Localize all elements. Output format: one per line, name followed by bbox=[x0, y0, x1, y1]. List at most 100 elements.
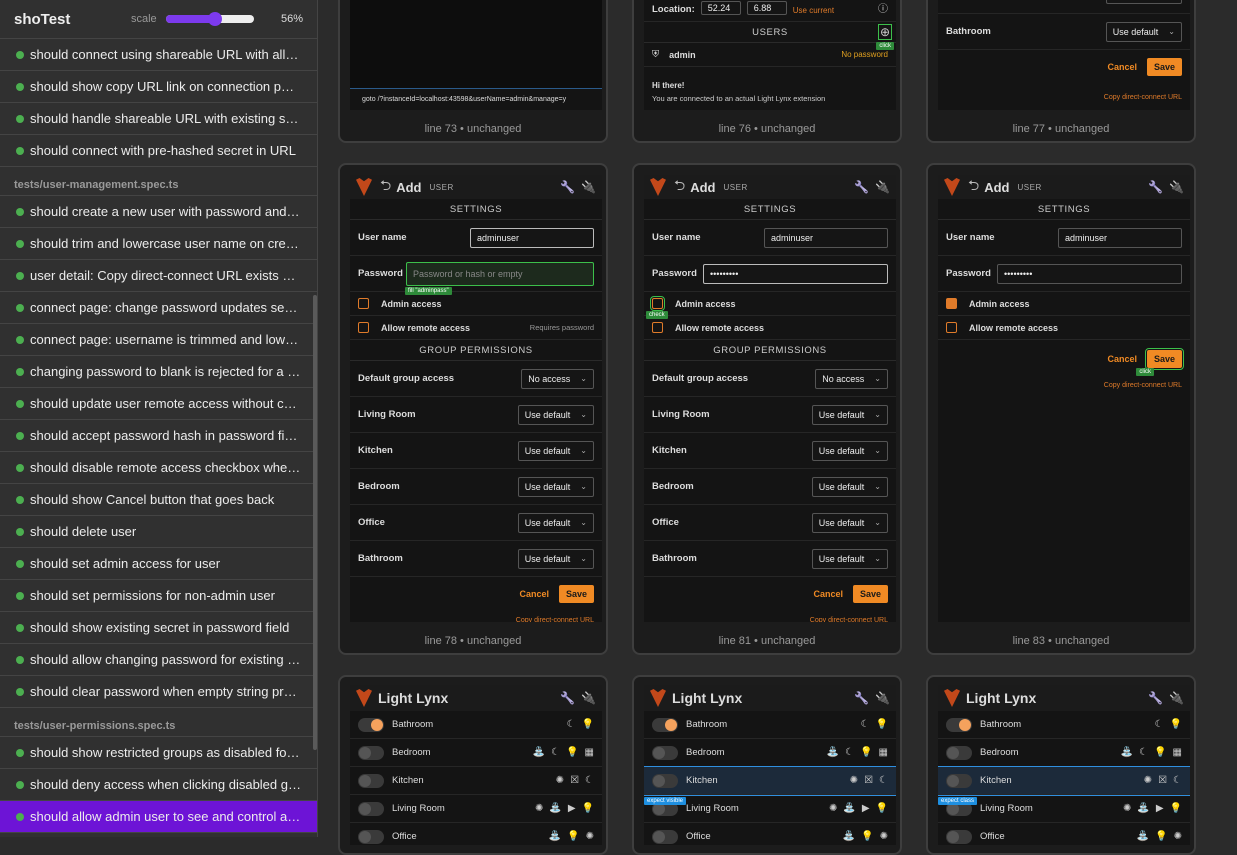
test-item[interactable]: should deny access when clicking disable… bbox=[0, 769, 317, 801]
scale-slider-thumb[interactable] bbox=[207, 12, 222, 26]
room-row[interactable]: Office ⛲ 💡 ✺ bbox=[644, 823, 896, 845]
username-input[interactable]: adminuser bbox=[764, 227, 888, 248]
wrench-icon[interactable]: 🔧 bbox=[1148, 180, 1163, 194]
room-row[interactable]: Kitchen ✺ ☒ ☾ bbox=[938, 766, 1190, 796]
scene-icon[interactable]: ☾ bbox=[879, 775, 888, 786]
screenshot-card[interactable]: Light Lynx 🔧 🔌 Bathroom ☾ 💡 Bedroom ⛲ ☾ 💡 ▦ Kitchen… bbox=[632, 675, 902, 855]
copy-url-link[interactable]: Copy direct-connect URL bbox=[644, 611, 896, 622]
plug-icon[interactable]: 🔌 bbox=[581, 180, 596, 194]
scene-icon[interactable]: ☾ bbox=[567, 719, 576, 730]
room-toggle[interactable] bbox=[358, 773, 384, 788]
user-row[interactable]: ⛨ admin No password bbox=[644, 43, 896, 67]
scene-icon[interactable]: 💡 bbox=[582, 719, 594, 730]
group-access-select[interactable]: Use default ⌄ bbox=[1105, 21, 1182, 42]
scene-icon[interactable]: ✺ bbox=[850, 775, 858, 786]
room-row[interactable]: Office ⛲ 💡 ✺ bbox=[350, 823, 602, 845]
admin-access-row[interactable]: Admin access bbox=[938, 292, 1190, 316]
username-input[interactable]: adminuser bbox=[1058, 227, 1182, 248]
plug-icon[interactable]: 🔌 bbox=[875, 180, 890, 194]
test-item[interactable]: connect page: change password updates se… bbox=[0, 292, 317, 324]
group-access-select[interactable]: Use default ⌄ bbox=[517, 476, 594, 497]
wrench-icon[interactable]: 🔧 bbox=[854, 180, 869, 194]
room-row[interactable]: Office ⛲ 💡 ✺ bbox=[938, 823, 1190, 845]
admin-access-checkbox[interactable] bbox=[650, 296, 665, 311]
group-access-select[interactable]: Use default ⌄ bbox=[811, 404, 888, 425]
scene-icon[interactable]: ☾ bbox=[1155, 719, 1164, 730]
wrench-icon[interactable]: 🔧 bbox=[1148, 691, 1163, 705]
test-item[interactable]: should delete user bbox=[0, 516, 317, 548]
password-input[interactable]: ••••••••• bbox=[997, 263, 1182, 284]
room-toggle[interactable] bbox=[358, 801, 384, 816]
group-access-select[interactable]: Use default ⌄ bbox=[517, 404, 594, 425]
scene-icon[interactable]: 💡 bbox=[566, 747, 578, 758]
scene-icon[interactable]: ☾ bbox=[1173, 775, 1182, 786]
room-row[interactable]: Kitchen ✺ ☒ ☾ bbox=[350, 767, 602, 795]
info-icon[interactable]: ⓘ bbox=[878, 0, 888, 15]
test-item[interactable]: should set admin access for user bbox=[0, 548, 317, 580]
save-button[interactable]: Save bbox=[852, 585, 888, 603]
cancel-button[interactable]: Cancel bbox=[1107, 354, 1137, 364]
scene-icon[interactable]: ☾ bbox=[551, 747, 560, 758]
back-icon[interactable]: ⮌ bbox=[380, 175, 391, 199]
save-button[interactable]: Save bbox=[1146, 58, 1182, 76]
password-input[interactable]: ••••••••• bbox=[703, 263, 888, 284]
back-icon[interactable]: ⮌ bbox=[674, 175, 685, 199]
scene-icon[interactable]: ☒ bbox=[570, 775, 579, 786]
room-row[interactable]: Kitchen ✺ ☒ ☾ bbox=[644, 766, 896, 796]
room-row[interactable]: Bathroom ☾ 💡 bbox=[938, 711, 1190, 739]
scene-icon[interactable]: 💡 bbox=[876, 803, 888, 814]
scene-icon[interactable]: ☾ bbox=[585, 775, 594, 786]
scene-icon[interactable]: ▦ bbox=[1173, 747, 1182, 758]
test-item[interactable]: should clear password when empty string … bbox=[0, 676, 317, 708]
scene-icon[interactable]: 💡 bbox=[876, 719, 888, 730]
room-toggle[interactable] bbox=[652, 773, 678, 788]
scene-icon[interactable]: ⛲ bbox=[549, 803, 561, 814]
room-toggle[interactable] bbox=[358, 745, 384, 760]
test-item[interactable]: should show copy URL link on connection … bbox=[0, 71, 317, 103]
remote-access-row[interactable]: Allow remote access bbox=[644, 316, 896, 340]
back-icon[interactable]: ⮌ bbox=[968, 175, 979, 199]
wrench-icon[interactable]: 🔧 bbox=[854, 691, 869, 705]
scene-icon[interactable]: ▶ bbox=[1156, 803, 1164, 814]
room-row[interactable]: Bedroom ⛲ ☾ 💡 ▦ bbox=[938, 739, 1190, 767]
group-access-select[interactable]: Use default ⌄ bbox=[811, 512, 888, 533]
scene-icon[interactable]: ☾ bbox=[1139, 747, 1148, 758]
cancel-button[interactable]: Cancel bbox=[813, 589, 843, 599]
add-user-icon[interactable]: ⊕ bbox=[877, 24, 892, 40]
test-item[interactable]: should update user remote access without… bbox=[0, 388, 317, 420]
room-row[interactable]: Bathroom ☾ 💡 bbox=[644, 711, 896, 739]
plug-icon[interactable]: 🔌 bbox=[1169, 691, 1184, 705]
admin-access-checkbox[interactable] bbox=[946, 298, 957, 309]
wrench-icon[interactable]: 🔧 bbox=[560, 180, 575, 194]
remote-access-checkbox[interactable] bbox=[946, 322, 957, 333]
default-group-select[interactable]: No access ⌄ bbox=[815, 368, 888, 389]
group-access-select[interactable]: Use default ⌄ bbox=[811, 476, 888, 497]
screenshot-card[interactable]: line 81 • unchanged ⮌ Add USER 🔧 🔌 SETTINGS Use… bbox=[632, 163, 902, 655]
test-item[interactable]: should show restricted groups as disable… bbox=[0, 737, 317, 769]
remote-access-row[interactable]: Allow remote access bbox=[938, 316, 1190, 340]
room-toggle[interactable] bbox=[652, 717, 678, 732]
group-access-select[interactable]: Use default ⌄ bbox=[517, 512, 594, 533]
room-toggle[interactable] bbox=[946, 773, 972, 788]
screenshot-card[interactable]: line 73 • unchanged goto /?instanceId=loc… bbox=[338, 0, 608, 143]
scene-icon[interactable]: ⛲ bbox=[1121, 747, 1133, 758]
scene-icon[interactable]: ▦ bbox=[879, 747, 888, 758]
scene-icon[interactable]: ⛲ bbox=[533, 747, 545, 758]
scene-icon[interactable]: 💡 bbox=[1170, 803, 1182, 814]
scene-icon[interactable]: ☒ bbox=[864, 775, 873, 786]
test-item[interactable]: should connect using shareable URL with … bbox=[0, 39, 317, 71]
scene-icon[interactable]: ✺ bbox=[1123, 803, 1131, 814]
scene-icon[interactable]: 💡 bbox=[860, 747, 872, 758]
screenshot-card[interactable]: Light Lynx 🔧 🔌 Bathroom ☾ 💡 Bedroom ⛲ ☾ 💡 ▦ Kitchen… bbox=[926, 675, 1196, 855]
scene-icon[interactable]: ✺ bbox=[556, 775, 564, 786]
save-button[interactable]: Save bbox=[558, 585, 594, 603]
scene-icon[interactable]: ✺ bbox=[535, 803, 543, 814]
copy-url-link[interactable]: Copy direct-connect URL bbox=[938, 378, 1190, 389]
test-item[interactable]: should set permissions for non-admin use… bbox=[0, 580, 317, 612]
screenshot-card[interactable]: line 78 • unchanged ⮌ Add USER 🔧 🔌 SETTINGS Use… bbox=[338, 163, 608, 655]
save-button[interactable]: Save bbox=[1144, 348, 1185, 370]
scene-icon[interactable]: ▶ bbox=[862, 803, 870, 814]
room-row[interactable]: Bedroom ⛲ ☾ 💡 ▦ bbox=[644, 739, 896, 767]
test-item[interactable]: connect page: username is trimmed and lo… bbox=[0, 324, 317, 356]
wrench-icon[interactable]: 🔧 bbox=[560, 691, 575, 705]
